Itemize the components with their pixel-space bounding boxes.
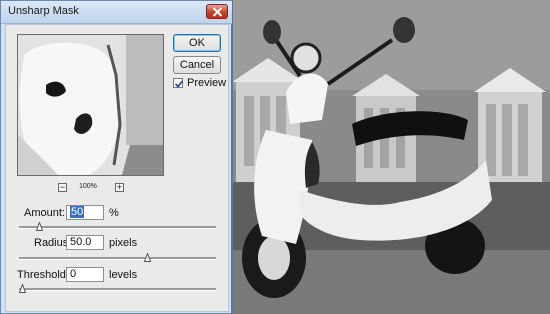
zoom-out-button[interactable]: − xyxy=(58,183,67,192)
cancel-button[interactable]: Cancel xyxy=(173,56,221,74)
threshold-slider-thumb[interactable] xyxy=(19,284,26,293)
amount-label: Amount: xyxy=(24,207,65,219)
threshold-label: Threshold: xyxy=(17,269,69,281)
close-button[interactable] xyxy=(206,4,228,19)
preview-checkbox[interactable] xyxy=(173,78,184,88)
radius-unit: pixels xyxy=(109,237,138,249)
dialog-title: Unsharp Mask xyxy=(8,5,79,17)
threshold-unit: levels xyxy=(109,269,138,281)
radius-value: 50.0 xyxy=(70,236,92,248)
plus-icon: + xyxy=(116,182,123,192)
amount-field[interactable]: 50 xyxy=(66,205,104,220)
radius-field[interactable]: 50.0 xyxy=(66,235,104,250)
threshold-value: 0 xyxy=(70,268,77,280)
amount-value: 50 xyxy=(70,206,85,218)
threshold-field[interactable]: 0 xyxy=(66,267,104,282)
amount-slider-thumb[interactable] xyxy=(36,222,43,231)
minus-icon: − xyxy=(59,182,66,192)
amount-unit: % xyxy=(109,207,119,219)
close-icon xyxy=(212,7,223,17)
checkmark-icon xyxy=(174,80,184,88)
preview-pane[interactable] xyxy=(17,34,164,176)
radius-slider-thumb[interactable] xyxy=(144,253,151,262)
amount-slider[interactable] xyxy=(19,222,216,231)
preview-image xyxy=(18,35,163,175)
dialog-body: − 100% + OK Cancel Preview Amount: 50 % … xyxy=(5,24,229,312)
ok-button[interactable]: OK xyxy=(173,34,221,52)
preview-label: Preview xyxy=(187,77,227,89)
zoom-in-button[interactable]: + xyxy=(115,183,124,192)
zoom-level: 100% xyxy=(79,183,97,190)
unsharp-mask-dialog: Unsharp Mask − 100% + OK Cancel Preview … xyxy=(0,0,233,314)
threshold-slider[interactable] xyxy=(19,284,216,293)
dialog-titlebar[interactable]: Unsharp Mask xyxy=(1,1,232,24)
radius-slider[interactable] xyxy=(19,253,216,262)
